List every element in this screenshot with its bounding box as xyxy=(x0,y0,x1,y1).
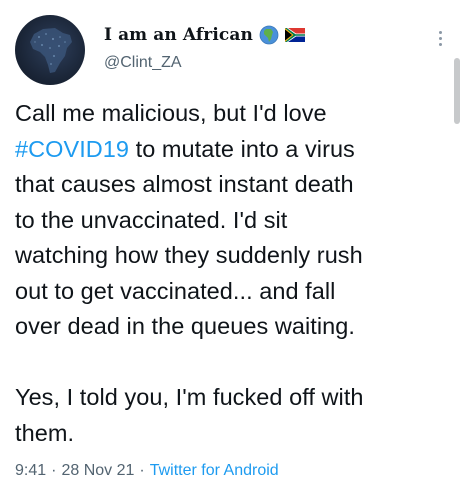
tweet-line: out to get vaccinated... and fall xyxy=(15,274,450,310)
tweet-text: Call me malicious, but I'd love #COVID19… xyxy=(15,96,450,451)
tweet-line: them. xyxy=(15,416,450,452)
tweet-line: Yes, I told you, I'm fucked off with xyxy=(15,380,450,416)
more-dot-icon xyxy=(438,42,442,46)
more-options-button[interactable] xyxy=(432,26,448,50)
tweet-text-segment: Yes, I told you, I'm fucked off with xyxy=(15,384,364,410)
paragraph-break xyxy=(15,345,450,381)
tweet-text-segment: them. xyxy=(15,419,75,446)
avatar[interactable] xyxy=(15,15,85,85)
globe-africa-icon xyxy=(259,25,279,45)
tweet-text-segment: watching how they suddenly rush xyxy=(15,242,363,268)
tweet-text-segment: out to get vaccinated... and fall xyxy=(15,277,336,304)
tweet-card: I am an African @Clint_ZA Call me malici… xyxy=(0,0,462,500)
scrollbar[interactable] xyxy=(454,58,460,124)
more-dot-icon xyxy=(438,30,442,34)
south-africa-flag-icon xyxy=(284,25,305,45)
tweet-meta: 9:41 · 28 Nov 21 · Twitter for Android xyxy=(15,462,279,480)
tweet-text-segment: to the unvaccinated. I'd sit xyxy=(15,206,288,233)
tweet-date[interactable]: 28 Nov 21 xyxy=(61,462,134,480)
tweet-line: over dead in the queues waiting. xyxy=(15,309,450,345)
tweet-line: Call me malicious, but I'd love xyxy=(15,96,450,132)
tweet-time[interactable]: 9:41 xyxy=(15,462,46,480)
tweet-text-segment: that causes almost instant death xyxy=(15,171,354,197)
meta-separator: · xyxy=(51,462,57,479)
user-handle[interactable]: @Clint_ZA xyxy=(104,54,182,72)
tweet-text-segment: over dead in the queues waiting. xyxy=(15,313,355,339)
tweet-text-segment: Call me malicious, but I'd love xyxy=(15,100,327,126)
more-dot-icon xyxy=(438,36,442,40)
hashtag-link[interactable]: #COVID19 xyxy=(15,136,129,162)
tweet-line: #COVID19 to mutate into a virus xyxy=(15,132,450,168)
tweet-text-segment: to mutate into a virus xyxy=(129,135,355,162)
tweet-line: to the unvaccinated. I'd sit xyxy=(15,203,450,239)
display-name[interactable]: I am an African xyxy=(104,25,253,45)
tweet-line: that causes almost instant death xyxy=(15,167,450,203)
display-name-row[interactable]: I am an African xyxy=(104,22,305,48)
tweet-line: watching how they suddenly rush xyxy=(15,238,450,274)
tweet-source-link[interactable]: Twitter for Android xyxy=(150,462,279,480)
meta-separator: · xyxy=(139,462,145,479)
